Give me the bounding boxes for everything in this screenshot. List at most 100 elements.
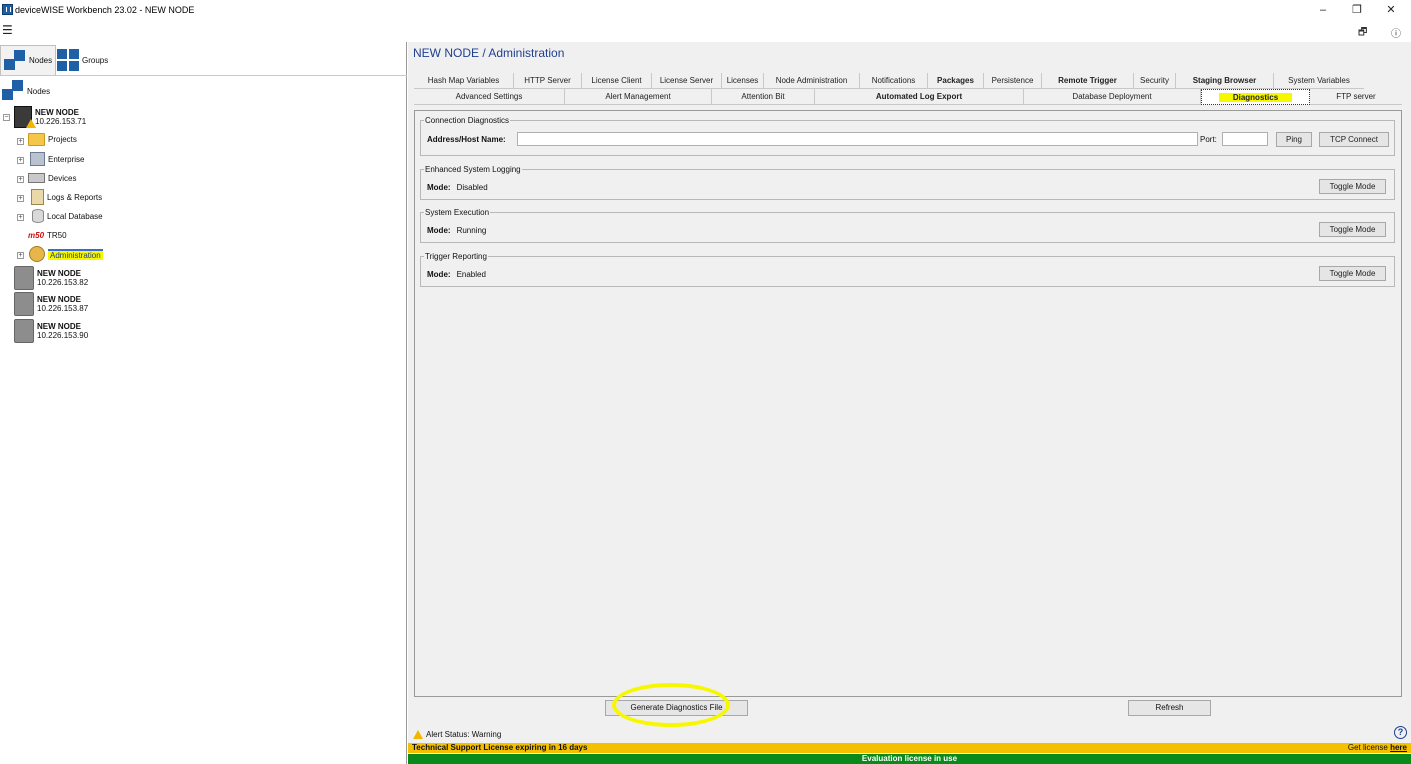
- window-title: deviceWISE Workbench 23.02 - NEW NODE: [15, 5, 195, 15]
- alert-status-text: Alert Status: Warning: [426, 730, 502, 739]
- tab-notifications[interactable]: Notifications: [860, 73, 928, 89]
- nodes-icon: [4, 49, 26, 72]
- expand-icon[interactable]: +: [17, 176, 24, 183]
- expand-icon[interactable]: +: [17, 252, 24, 259]
- help-icon[interactable]: ?: [1394, 726, 1407, 739]
- toggle-mode-button[interactable]: Toggle Mode: [1319, 179, 1386, 194]
- tab-automated-log-export[interactable]: Automated Log Export: [815, 89, 1024, 105]
- tab-license-client[interactable]: License Client: [582, 73, 652, 89]
- tab-diagnostics-label: Diagnostics: [1218, 93, 1293, 102]
- tab-attention-bit[interactable]: Attention Bit: [712, 89, 815, 105]
- restore-button[interactable]: ❐: [1340, 1, 1374, 19]
- tree-node[interactable]: NEW NODE 10.226.153.82: [14, 266, 88, 290]
- node-ip: 10.226.153.87: [37, 304, 89, 313]
- tab-staging-browser[interactable]: Staging Browser: [1176, 73, 1274, 89]
- devices-icon: [28, 173, 45, 183]
- tree-item-enterprise[interactable]: Enterprise: [30, 152, 84, 166]
- warning-icon: [413, 730, 423, 739]
- group-title: System Execution: [424, 208, 491, 217]
- tab-advanced-settings[interactable]: Advanced Settings: [414, 89, 565, 105]
- toggle-mode-button[interactable]: Toggle Mode: [1319, 222, 1386, 237]
- hamburger-menu-icon[interactable]: ☰: [2, 23, 13, 37]
- tab-ftp-server[interactable]: FTP server: [1310, 89, 1402, 105]
- enterprise-icon: [30, 152, 45, 166]
- tree-item-devices[interactable]: Devices: [28, 173, 76, 183]
- diagnostics-content: Connection Diagnostics Address/Host Name…: [414, 110, 1402, 697]
- tab-alert-management[interactable]: Alert Management: [565, 89, 712, 105]
- refresh-button[interactable]: Refresh: [1128, 700, 1211, 716]
- expand-icon[interactable]: +: [17, 214, 24, 221]
- detach-icon[interactable]: 🗗: [1358, 25, 1367, 42]
- ping-button[interactable]: Ping: [1276, 132, 1312, 147]
- group-title: Trigger Reporting: [424, 252, 488, 261]
- tab-remote-trigger[interactable]: Remote Trigger: [1042, 73, 1134, 89]
- tree-item-label: Projects: [48, 135, 77, 144]
- tree-node[interactable]: NEW NODE 10.226.153.90: [14, 319, 88, 343]
- port-label: Port:: [1200, 135, 1217, 144]
- trigger-reporting-group: Trigger Reporting Mode: Enabled Toggle Mo…: [420, 252, 1395, 287]
- tab-node-administration[interactable]: Node Administration: [764, 73, 860, 89]
- get-license-link[interactable]: here: [1390, 743, 1407, 752]
- tab-http-server[interactable]: HTTP Server: [514, 73, 582, 89]
- tab-system-variables[interactable]: System Variables: [1274, 73, 1364, 89]
- server-icon: [14, 106, 36, 128]
- groups-icon: [57, 49, 79, 71]
- license-warning-bar: Technical Support License expiring in 16…: [408, 743, 1411, 753]
- toggle-mode-button[interactable]: Toggle Mode: [1319, 266, 1386, 281]
- tree-node[interactable]: NEW NODE 10.226.153.87: [14, 292, 88, 316]
- administration-panel: NEW NODE / Administration Hash Map Varia…: [408, 42, 1411, 764]
- info-icon[interactable]: ⓘ: [1391, 25, 1401, 40]
- mode-value: Disabled: [456, 183, 488, 192]
- tab-persistence[interactable]: Persistence: [984, 73, 1042, 89]
- port-input[interactable]: [1222, 132, 1268, 146]
- expand-icon[interactable]: +: [17, 157, 24, 164]
- expand-icon[interactable]: +: [17, 138, 24, 145]
- tab-nodes[interactable]: Nodes: [0, 45, 57, 75]
- tree-item-logs-reports[interactable]: Logs & Reports: [31, 189, 102, 205]
- node-ip: 10.226.153.82: [37, 278, 89, 287]
- mode-row: Mode: Enabled: [427, 270, 486, 279]
- tab-licenses[interactable]: Licenses: [722, 73, 764, 89]
- enhanced-system-logging-group: Enhanced System Logging Mode: Disabled To…: [420, 165, 1395, 200]
- tabs-row-1: Hash Map Variables HTTP Server License C…: [414, 73, 1364, 89]
- nodes-icon: [2, 80, 24, 102]
- tree-item-tr50[interactable]: m50 TR50: [28, 231, 67, 240]
- tab-security[interactable]: Security: [1134, 73, 1176, 89]
- tree-root-label: Nodes: [27, 86, 51, 96]
- server-icon: [14, 266, 34, 290]
- node-name: NEW NODE: [35, 108, 79, 117]
- server-icon: [14, 319, 34, 343]
- node-name: NEW NODE: [37, 295, 81, 304]
- tab-groups[interactable]: Groups: [54, 45, 111, 75]
- logs-icon: [31, 189, 44, 205]
- tab-diagnostics[interactable]: Diagnostics: [1201, 89, 1310, 105]
- tree-item-projects[interactable]: Projects: [28, 133, 77, 146]
- address-input[interactable]: [517, 132, 1198, 146]
- close-button[interactable]: ✕: [1374, 1, 1408, 19]
- tcp-connect-button[interactable]: TCP Connect: [1319, 132, 1389, 147]
- tab-hash-map-variables[interactable]: Hash Map Variables: [414, 73, 514, 89]
- tab-groups-label: Groups: [82, 55, 109, 65]
- tree-item-local-database[interactable]: Local Database: [32, 209, 103, 223]
- collapse-icon[interactable]: −: [3, 114, 10, 121]
- tab-license-server[interactable]: License Server: [652, 73, 722, 89]
- address-label: Address/Host Name:: [427, 135, 506, 144]
- tree-item-label: Administration: [48, 248, 103, 260]
- folder-icon: [28, 133, 45, 146]
- tree-item-administration[interactable]: Administration: [29, 246, 103, 262]
- minimize-button[interactable]: –: [1306, 1, 1340, 19]
- tab-database-deployment[interactable]: Database Deployment: [1024, 89, 1201, 105]
- tree-root-nodes[interactable]: Nodes: [2, 80, 50, 102]
- tab-packages[interactable]: Packages: [928, 73, 984, 89]
- connection-diagnostics-group: Connection Diagnostics Address/Host Name…: [420, 116, 1395, 156]
- node-name: NEW NODE: [37, 269, 81, 278]
- alert-status[interactable]: Alert Status: Warning: [413, 730, 501, 739]
- database-icon: [32, 209, 44, 223]
- system-execution-group: System Execution Mode: Running Toggle Mod…: [420, 208, 1395, 243]
- mode-value: Running: [456, 226, 487, 235]
- tree-item-label: Devices: [48, 173, 77, 183]
- m50-logo-icon: m50: [28, 231, 45, 240]
- tree-node-selected[interactable]: NEW NODE 10.226.153.71: [14, 106, 86, 128]
- license-warning-text: Technical Support License expiring in 16…: [412, 743, 588, 752]
- expand-icon[interactable]: +: [17, 195, 24, 202]
